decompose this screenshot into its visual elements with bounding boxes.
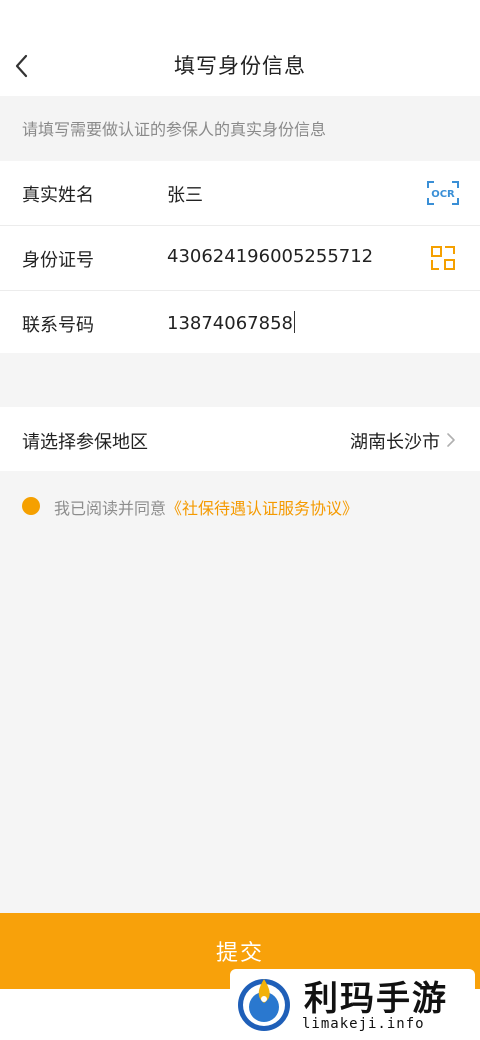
- phone-label: 联系号码: [22, 315, 94, 336]
- agreement-text: 我已阅读并同意《社保待遇认证服务协议》: [54, 495, 358, 519]
- region-value: 湖南长沙市: [350, 432, 440, 453]
- name-field[interactable]: 张三: [167, 181, 203, 207]
- hint-banner: 请填写需要做认证的参保人的真实身份信息: [0, 96, 480, 160]
- id-number-field[interactable]: 430624196005255712: [167, 246, 373, 267]
- region-label: 请选择参保地区: [22, 432, 148, 453]
- watermark: 利玛手游 limakeji.info: [230, 969, 475, 1038]
- hint-text: 请填写需要做认证的参保人的真实身份信息: [22, 120, 327, 139]
- identity-form: 真实姓名 张三 OCR 身份证号 430624196005255712 联系号码…: [0, 161, 480, 353]
- watermark-title: 利玛手游: [304, 979, 448, 1019]
- scan-frame-icon: [431, 246, 455, 270]
- identity-form-page: 填写身份信息 请填写需要做认证的参保人的真实身份信息 真实姓名 张三 OCR 身…: [0, 0, 480, 1040]
- agree-checkbox[interactable]: [22, 497, 40, 515]
- ocr-scan-button[interactable]: OCR: [426, 177, 460, 209]
- name-label: 真实姓名: [22, 185, 94, 206]
- agreement-prefix: 我已阅读并同意: [54, 499, 167, 518]
- watermark-logo: [238, 979, 290, 1031]
- id-number-label: 身份证号: [22, 250, 94, 271]
- text-cursor: [293, 311, 296, 333]
- phone-value: 13874067858: [167, 313, 293, 334]
- scan-button[interactable]: [426, 242, 460, 274]
- svg-text:OCR: OCR: [431, 189, 455, 200]
- watermark-subtitle: limakeji.info: [302, 1016, 425, 1032]
- page-title: 填写身份信息: [174, 54, 306, 78]
- header-bar: 填写身份信息: [0, 0, 480, 96]
- name-row: 真实姓名 张三 OCR: [0, 161, 480, 225]
- id-number-row: 身份证号 430624196005255712: [0, 226, 480, 290]
- phone-field[interactable]: 13874067858: [167, 311, 296, 334]
- phone-row: 联系号码 13874067858: [0, 291, 480, 355]
- region-selector[interactable]: 请选择参保地区 湖南长沙市: [0, 407, 480, 471]
- ocr-scan-icon: OCR: [427, 181, 459, 205]
- submit-label: 提交: [215, 941, 264, 966]
- chevron-right-icon: [447, 433, 455, 447]
- agreement-link[interactable]: 《社保待遇认证服务协议》: [166, 499, 358, 518]
